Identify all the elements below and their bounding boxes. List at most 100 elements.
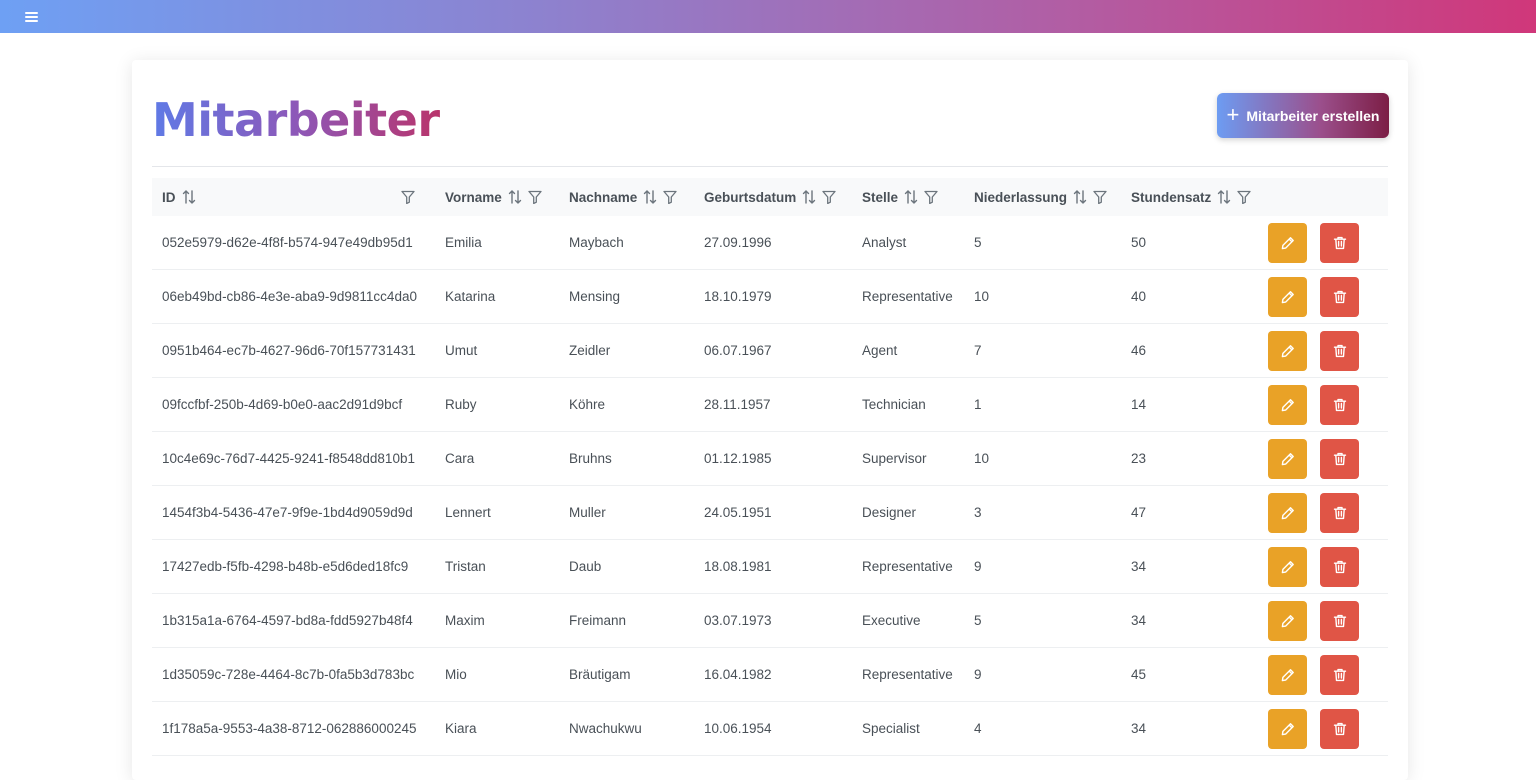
cell-id: 052e5979-d62e-4f8f-b574-947e49db95d1 [152,216,435,270]
cell-vorname: Kiara [435,701,559,756]
delete-button[interactable] [1320,330,1359,371]
delete-button[interactable] [1320,276,1359,317]
cell-niederlassung: 3 [964,485,1121,540]
cell-nachname: Bruhns [559,431,694,486]
cell-niederlassung: 7 [964,323,1121,378]
main-card: Mitarbeiter + Mitarbeiter erstellen ID Vo… [132,60,1408,780]
cell-id: 10c4e69c-76d7-4425-9241-f8548dd810b1 [152,431,435,486]
filter-icon[interactable] [401,190,415,204]
cell-actions [1258,216,1388,270]
trash-icon [1333,506,1347,520]
column-header-stundensatz: Stundensatz [1121,178,1258,216]
trash-icon [1333,344,1347,358]
employee-table: ID Vorname Nachname Geburtsdatum Stelle Niede… [152,178,1388,756]
pencil-icon [1281,560,1295,574]
cell-vorname: Tristan [435,539,559,594]
filter-icon[interactable] [1237,190,1251,204]
table-row: 1d35059c-728e-4464-8c7b-0fa5b3d783bc Mio B… [152,647,1388,702]
column-label: Nachname [569,189,638,205]
cell-actions [1258,647,1388,702]
filter-icon[interactable] [822,190,836,204]
edit-button[interactable] [1268,276,1307,317]
trash-icon [1333,290,1347,304]
table-header-row: ID Vorname Nachname Geburtsdatum Stelle Niede… [152,178,1388,216]
cell-stundensatz: 34 [1121,539,1258,594]
edit-button[interactable] [1268,708,1307,749]
cell-geburtsdatum: 10.06.1954 [694,701,852,756]
pencil-icon [1281,452,1295,466]
cell-nachname: Maybach [559,216,694,270]
cell-geburtsdatum: 16.04.1982 [694,647,852,702]
cell-niederlassung: 9 [964,539,1121,594]
cell-stelle: Executive [852,593,964,648]
column-label: Geburtsdatum [704,189,797,205]
sort-icon[interactable] [182,189,202,205]
table-body: 052e5979-d62e-4f8f-b574-947e49db95d1 Emil… [152,216,1388,756]
cell-nachname: Mensing [559,269,694,324]
sort-icon[interactable] [802,189,822,205]
cell-niederlassung: 1 [964,377,1121,432]
edit-button[interactable] [1268,492,1307,533]
column-label: ID [162,189,176,205]
cell-vorname: Mio [435,647,559,702]
table-row: 06eb49bd-cb86-4e3e-aba9-9d9811cc4da0 Kata… [152,269,1388,324]
filter-icon[interactable] [528,190,542,204]
trash-icon [1333,398,1347,412]
edit-button[interactable] [1268,222,1307,263]
cell-niederlassung: 4 [964,701,1121,756]
sort-icon[interactable] [1073,189,1093,205]
create-employee-button[interactable]: + Mitarbeiter erstellen [1217,93,1389,138]
delete-button[interactable] [1320,708,1359,749]
edit-button[interactable] [1268,384,1307,425]
cell-vorname: Katarina [435,269,559,324]
cell-geburtsdatum: 06.07.1967 [694,323,852,378]
filter-icon[interactable] [1093,190,1107,204]
create-employee-label: Mitarbeiter erstellen [1246,107,1380,124]
trash-icon [1333,668,1347,682]
cell-nachname: Bräutigam [559,647,694,702]
sort-icon[interactable] [904,189,924,205]
cell-stundensatz: 23 [1121,431,1258,486]
plus-icon: + [1226,101,1240,127]
top-bar [0,0,1536,33]
column-header-actions [1258,178,1388,216]
cell-stelle: Representative [852,647,964,702]
column-header-nachname: Nachname [559,178,694,216]
sort-icon[interactable] [508,189,528,205]
cell-geburtsdatum: 24.05.1951 [694,485,852,540]
edit-button[interactable] [1268,438,1307,479]
table-row: 052e5979-d62e-4f8f-b574-947e49db95d1 Emil… [152,216,1388,270]
cell-stelle: Representative [852,269,964,324]
edit-button[interactable] [1268,546,1307,587]
delete-button[interactable] [1320,492,1359,533]
delete-button[interactable] [1320,438,1359,479]
cell-actions [1258,269,1388,324]
sort-icon[interactable] [1217,189,1237,205]
filter-icon[interactable] [924,190,938,204]
menu-icon[interactable] [20,6,42,28]
delete-button[interactable] [1320,384,1359,425]
filter-icon[interactable] [663,190,677,204]
cell-nachname: Köhre [559,377,694,432]
cell-stelle: Agent [852,323,964,378]
cell-geburtsdatum: 03.07.1973 [694,593,852,648]
delete-button[interactable] [1320,222,1359,263]
edit-button[interactable] [1268,600,1307,641]
cell-stundensatz: 50 [1121,216,1258,270]
delete-button[interactable] [1320,546,1359,587]
cell-id: 17427edb-f5fb-4298-b48b-e5d6ded18fc9 [152,539,435,594]
cell-niederlassung: 10 [964,431,1121,486]
edit-button[interactable] [1268,330,1307,371]
delete-button[interactable] [1320,654,1359,695]
cell-stundensatz: 34 [1121,593,1258,648]
edit-button[interactable] [1268,654,1307,695]
cell-vorname: Emilia [435,216,559,270]
cell-actions [1258,593,1388,648]
cell-stundensatz: 40 [1121,269,1258,324]
cell-actions [1258,377,1388,432]
delete-button[interactable] [1320,600,1359,641]
sort-icon[interactable] [643,189,663,205]
cell-id: 0951b464-ec7b-4627-96d6-70f157731431 [152,323,435,378]
cell-stelle: Specialist [852,701,964,756]
column-header-niederlassung: Niederlassung [964,178,1121,216]
